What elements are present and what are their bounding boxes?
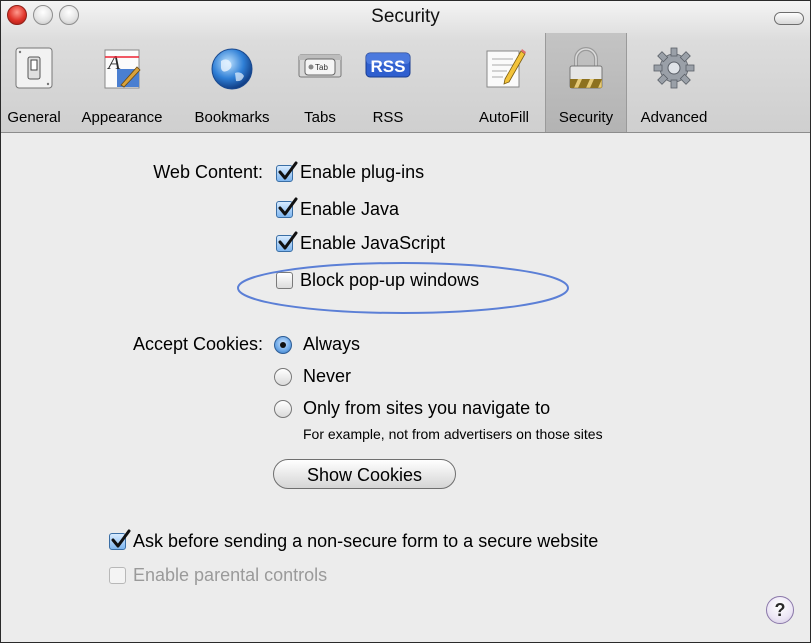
enable-javascript-label[interactable]: Enable JavaScript — [300, 233, 445, 254]
window-titlebar-toolbar: Security General A Appearance Bookmarks … — [1, 1, 810, 133]
cookies-only-navigated-label[interactable]: Only from sites you navigate to — [303, 398, 550, 419]
padlock-icon — [569, 47, 603, 89]
highlight-ellipse — [237, 262, 569, 314]
tab-label: AutoFill — [478, 109, 530, 126]
rss-icon: RSS — [365, 52, 411, 78]
parental-controls-checkbox — [109, 567, 126, 584]
light-switch-icon — [15, 47, 53, 89]
web-content-label: Web Content: — [153, 162, 263, 182]
enable-java-checkbox[interactable] — [276, 197, 298, 218]
enable-plugins-label[interactable]: Enable plug-ins — [300, 162, 424, 183]
parental-controls-label: Enable parental controls — [133, 565, 328, 585]
tab-tabs[interactable]: Tab Tabs — [289, 33, 351, 132]
tab-appearance[interactable]: A Appearance — [71, 33, 173, 132]
globe-icon — [211, 48, 253, 90]
tab-label: Tabs — [304, 109, 336, 126]
checkmark-icon — [111, 529, 131, 548]
tab-label: Appearance — [81, 109, 163, 126]
font-brush-icon: A — [104, 49, 141, 89]
cookies-never-radio[interactable] — [274, 368, 292, 386]
tab-rss[interactable]: RSS RSS — [353, 33, 423, 132]
cookies-always-label[interactable]: Always — [303, 334, 360, 355]
cookies-always-radio[interactable] — [274, 336, 292, 354]
cookies-only-navigated-radio[interactable] — [274, 400, 292, 418]
tab-advanced[interactable]: Advanced — [629, 33, 719, 132]
pencil-form-icon — [486, 49, 526, 88]
cookies-hint-text: For example, not from advertisers on tho… — [303, 426, 603, 442]
tab-general[interactable]: General — [1, 33, 67, 132]
window-title: Security — [371, 6, 440, 27]
help-button[interactable]: ? — [766, 596, 794, 624]
tab-autofill[interactable]: AutoFill — [465, 33, 543, 132]
ask-nonsecure-form-label[interactable]: Ask before sending a non-secure form to … — [133, 531, 598, 552]
accept-cookies-label: Accept Cookies: — [132, 334, 263, 354]
tab-label: Security — [558, 109, 614, 126]
checkmark-icon — [278, 197, 298, 216]
enable-plugins-checkbox[interactable] — [276, 161, 298, 182]
svg-text:Tab: Tab — [315, 63, 328, 72]
enable-java-label[interactable]: Enable Java — [300, 199, 399, 220]
checkmark-icon — [278, 161, 298, 180]
svg-text:RSS: RSS — [371, 57, 406, 76]
tab-security[interactable]: Security — [545, 33, 627, 132]
tab-bookmarks[interactable]: Bookmarks — [177, 33, 287, 132]
gear-icon — [653, 47, 695, 89]
enable-javascript-checkbox[interactable] — [276, 231, 298, 252]
toolbar-toggle-button[interactable] — [774, 12, 804, 25]
cookies-never-label[interactable]: Never — [303, 366, 351, 387]
tab-label: Advanced — [640, 109, 708, 126]
security-preferences-window: Security General A Appearance Bookmarks … — [0, 0, 811, 643]
tab-label: General — [7, 109, 61, 126]
ask-nonsecure-form-checkbox[interactable] — [109, 529, 131, 550]
tab-label: RSS — [372, 109, 404, 126]
tab-icon: Tab — [298, 54, 342, 78]
tab-label: Bookmarks — [194, 109, 270, 126]
show-cookies-button[interactable]: Show Cookies — [273, 459, 456, 489]
checkmark-icon — [278, 231, 298, 250]
